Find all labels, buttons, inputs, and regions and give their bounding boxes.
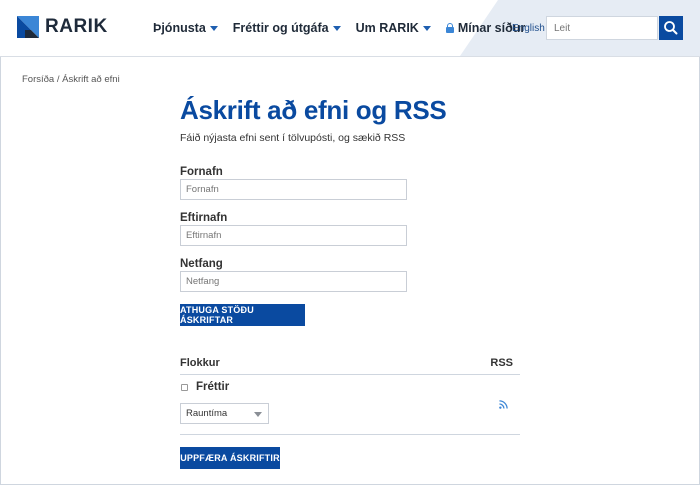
logo-text: RARIK — [45, 16, 108, 37]
main-nav: Þjónusta Fréttir og útgáfa Um RARIK Mína… — [153, 21, 540, 35]
page-title: Áskrift að efni og RSS — [180, 95, 447, 125]
search-button[interactable] — [659, 16, 683, 40]
update-subscriptions-button[interactable]: UPPFÆRA ÁSKRIFTIR — [180, 447, 280, 469]
search-input[interactable] — [546, 16, 658, 40]
email-field[interactable] — [180, 271, 407, 292]
rarik-logo[interactable]: RARIK — [17, 16, 108, 38]
first-name-field[interactable] — [180, 179, 407, 200]
page-subtitle: Fáið nýjasta efni sent í tölvupósti, og … — [180, 132, 406, 144]
subscriptions-table-header: Flokkur RSS — [180, 357, 520, 375]
table-row-divider — [180, 434, 520, 435]
nav-item-label: Um RARIK — [355, 21, 419, 35]
language-link-english[interactable]: English — [512, 23, 545, 34]
rss-icon[interactable] — [499, 400, 508, 409]
category-label-frettir: Fréttir — [196, 381, 230, 393]
email-group: Netfang — [180, 258, 223, 270]
last-name-group: Eftirnafn — [180, 212, 227, 224]
column-header-category: Flokkur — [180, 357, 220, 369]
category-checkbox-frettir[interactable] — [181, 384, 188, 391]
check-subscription-status-button[interactable]: ATHUGA STÖÐU ÁSKRIFTAR — [180, 304, 305, 326]
nav-item-label: Þjónusta — [153, 21, 206, 35]
last-name-field[interactable] — [180, 225, 407, 246]
first-name-label: Fornafn — [180, 166, 223, 178]
search-icon — [664, 21, 678, 35]
chevron-down-icon — [209, 26, 218, 31]
nav-item-thjonusta[interactable]: Þjónusta — [153, 21, 218, 35]
site-header: RARIK Þjónusta Fréttir og útgáfa Um RARI… — [0, 0, 700, 57]
nav-item-label: Fréttir og útgáfa — [232, 21, 329, 35]
nav-item-um-rarik[interactable]: Um RARIK — [356, 21, 431, 35]
first-name-group: Fornafn — [180, 166, 223, 178]
chevron-down-icon — [422, 26, 431, 31]
breadcrumb-text[interactable]: Forsíða / Áskrift að efni — [22, 74, 120, 85]
email-label: Netfang — [180, 258, 223, 270]
chevron-down-icon — [332, 26, 341, 31]
frequency-selected-value: Rauntíma — [186, 408, 228, 419]
nav-item-frettir[interactable]: Fréttir og útgáfa — [233, 21, 341, 35]
breadcrumb: Forsíða / Áskrift að efni — [22, 74, 120, 85]
chevron-down-icon — [254, 412, 262, 417]
rarik-logo-icon — [17, 16, 39, 38]
column-header-rss: RSS — [490, 357, 513, 369]
main-content: Áskrift að efni og RSS Fáið nýjasta efni… — [180, 94, 520, 144]
last-name-label: Eftirnafn — [180, 212, 228, 224]
frequency-select[interactable]: Rauntíma — [180, 403, 269, 424]
lock-icon — [445, 23, 454, 33]
